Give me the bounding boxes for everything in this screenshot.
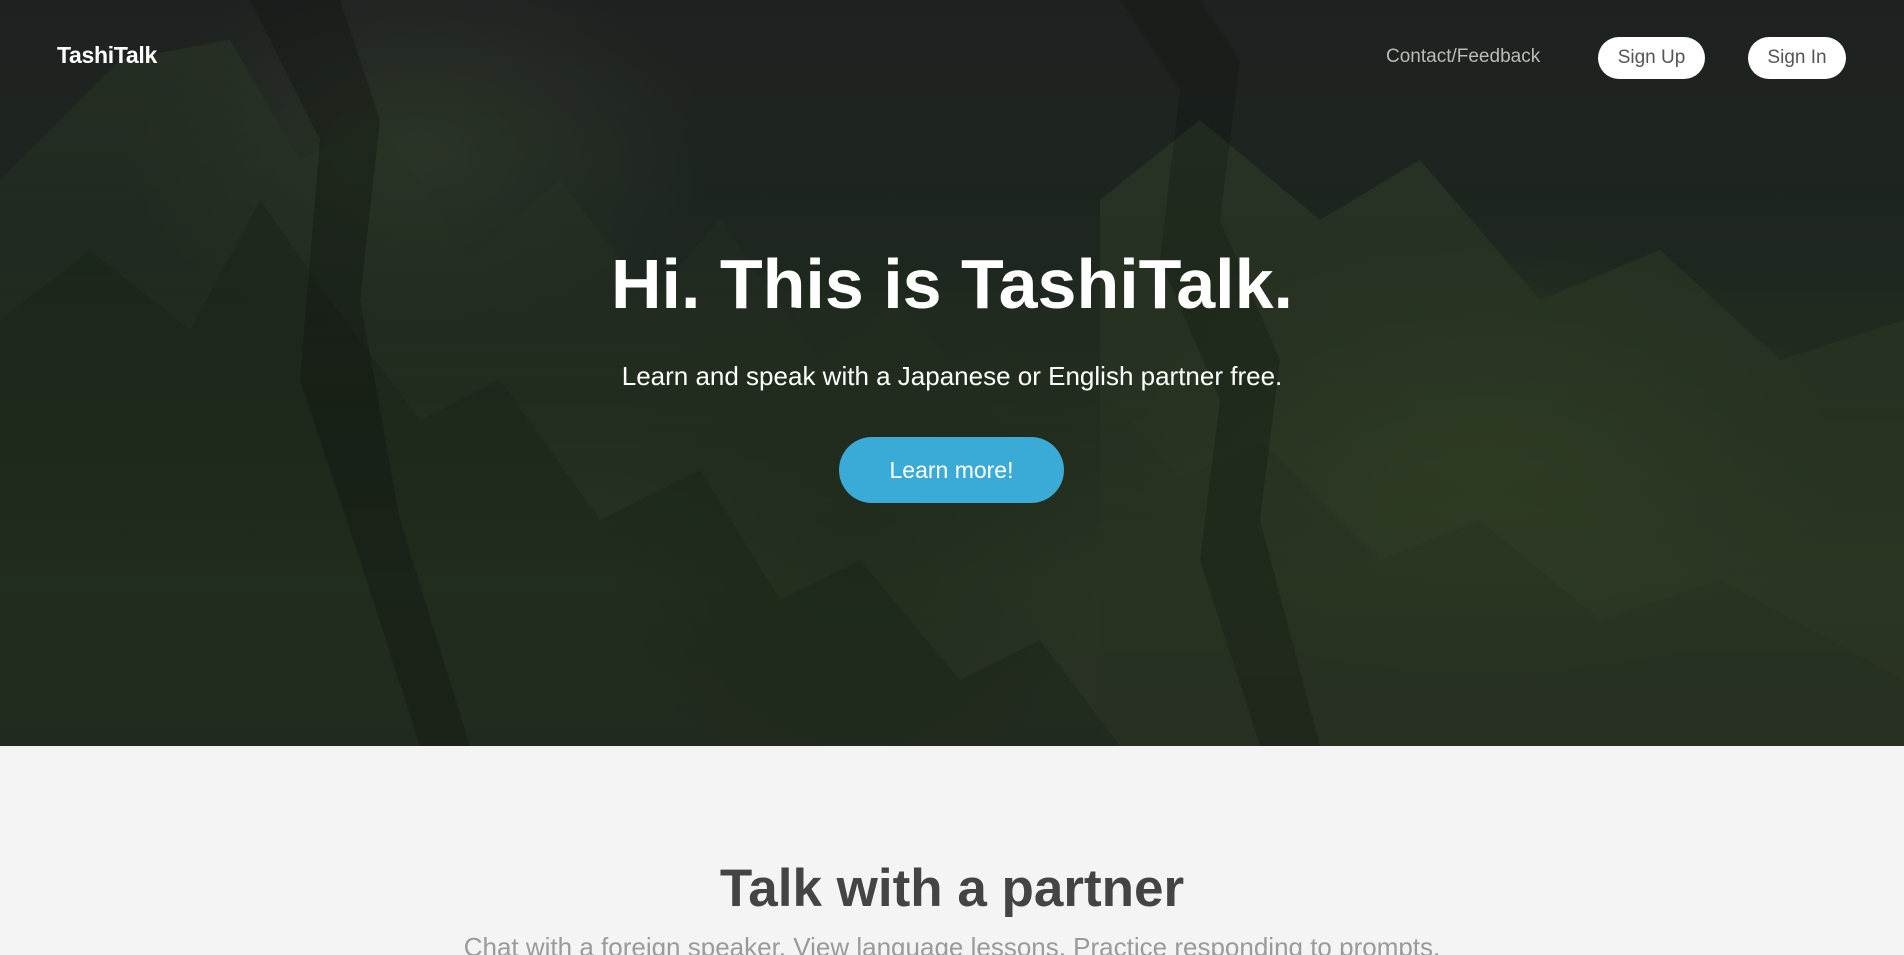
sign-up-button[interactable]: Sign Up — [1598, 37, 1705, 79]
landing-page: TashiTalk Contact/Feedback Sign Up Sign … — [0, 0, 1904, 955]
hero-subtitle: Learn and speak with a Japanese or Engli… — [621, 361, 1283, 391]
section-title: Talk with a partner — [719, 859, 1185, 918]
sign-in-button[interactable]: Sign In — [1748, 37, 1846, 79]
brand-logo[interactable]: TashiTalk — [57, 42, 157, 69]
text-cursor-icon — [790, 307, 796, 323]
contact-feedback-link[interactable]: Contact/Feedback — [1386, 46, 1540, 68]
learn-more-button[interactable]: Learn more! — [839, 437, 1064, 503]
hero-section: TashiTalk Contact/Feedback Sign Up Sign … — [0, 0, 1904, 746]
section-subtitle: Chat with a foreign speaker. View langua… — [463, 932, 1441, 955]
hero-title: Hi. This is TashiTalk. — [610, 245, 1294, 323]
features-section: Talk with a partner Chat with a foreign … — [0, 746, 1904, 955]
